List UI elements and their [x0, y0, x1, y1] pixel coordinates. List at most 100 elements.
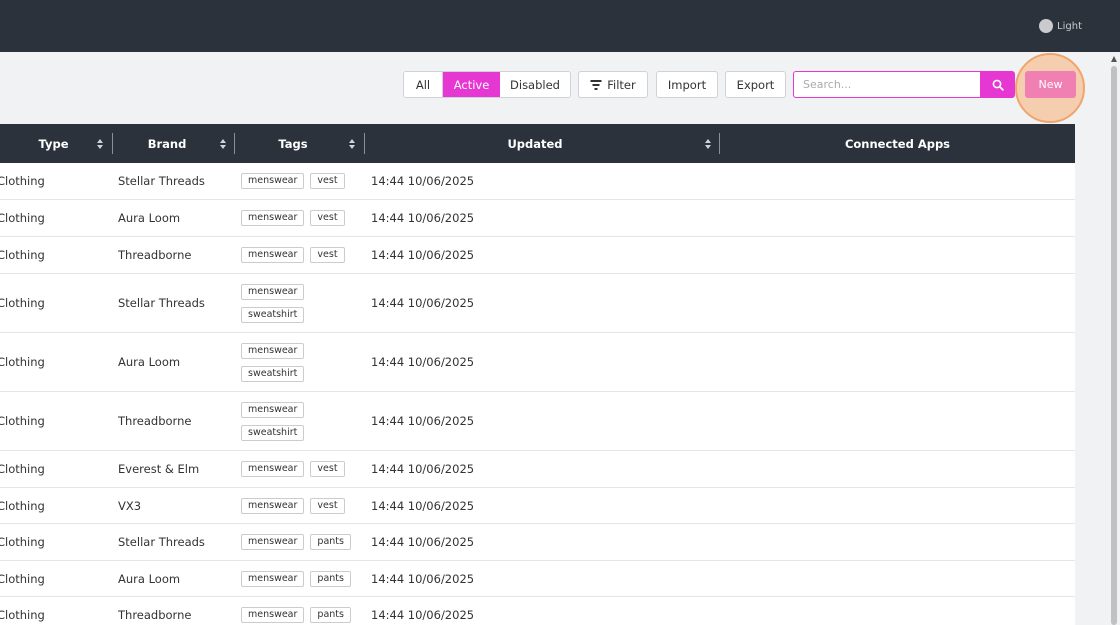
- top-bar: Light: [0, 0, 1120, 52]
- type-cell: Clothing: [0, 608, 45, 622]
- updated-cell: 14:44 10/06/2025: [371, 535, 475, 549]
- sort-tags-icon[interactable]: [349, 139, 356, 149]
- search-group: [793, 71, 1015, 98]
- tags-cell: menswear vest: [241, 163, 345, 199]
- type-cell: Clothing: [0, 248, 45, 262]
- filter-disabled-button[interactable]: Disabled: [500, 72, 570, 97]
- table-row[interactable]: Clothing VX3 menswear vest 14:44 10/06/2…: [0, 488, 1075, 524]
- filter-active-button[interactable]: Active: [443, 72, 500, 97]
- tag-badge: vest: [310, 461, 345, 477]
- filter-all-button[interactable]: All: [404, 72, 443, 97]
- type-cell: Clothing: [0, 296, 45, 310]
- products-table: Type Brand Tags Updated Connected Apps C…: [0, 124, 1075, 625]
- tag-badge: menswear: [241, 570, 305, 587]
- brand-cell: Stellar Threads: [118, 296, 205, 310]
- table-body: Clothing Stellar Threads menswear vest 1…: [0, 163, 1075, 625]
- tag-badge: vest: [310, 173, 345, 189]
- tag-badge: vest: [310, 210, 345, 226]
- type-cell: Clothing: [0, 355, 45, 369]
- type-cell: Clothing: [0, 535, 45, 549]
- tags-cell: menswear vest: [241, 451, 345, 487]
- import-button[interactable]: Import: [656, 71, 718, 98]
- filter-button-label: Filter: [607, 77, 636, 92]
- scroll-thumb[interactable]: [1111, 66, 1117, 625]
- column-header-type[interactable]: Type: [0, 124, 110, 163]
- tag-badge: menswear: [241, 210, 305, 226]
- column-header-tags[interactable]: Tags: [235, 124, 351, 163]
- tag-badge: menswear: [241, 401, 305, 418]
- scroll-up-arrow-icon[interactable]: [1111, 56, 1117, 62]
- theme-toggle-icon: [1039, 19, 1054, 33]
- brand-cell: Aura Loom: [118, 355, 181, 369]
- tag-badge: menswear: [241, 247, 305, 263]
- tags-cell: menswear sweatshirt: [241, 392, 305, 450]
- tag-badge: menswear: [241, 607, 305, 623]
- brand-cell: Everest & Elm: [118, 462, 200, 476]
- type-cell: Clothing: [0, 211, 45, 225]
- table-row[interactable]: Clothing Aura Loom menswear vest 14:44 1…: [0, 200, 1075, 237]
- tags-cell: menswear pants: [241, 524, 351, 560]
- tag-badge: menswear: [241, 534, 305, 550]
- tag-badge: sweatshirt: [241, 365, 305, 382]
- tags-cell: menswear vest: [241, 488, 345, 523]
- tag-badge: sweatshirt: [241, 424, 305, 441]
- brand-cell: Stellar Threads: [118, 535, 205, 549]
- tag-badge: pants: [310, 570, 351, 587]
- table-row[interactable]: Clothing Stellar Threads menswear pants …: [0, 524, 1075, 561]
- table-row[interactable]: Clothing Aura Loom menswear sweatshirt 1…: [0, 333, 1075, 392]
- filter-icon: [590, 80, 602, 90]
- page-scrollbar[interactable]: [1108, 52, 1120, 625]
- theme-toggle[interactable]: Light: [1039, 19, 1082, 33]
- brand-cell: Threadborne: [118, 248, 192, 262]
- search-button[interactable]: [980, 71, 1015, 98]
- updated-cell: 14:44 10/06/2025: [371, 462, 475, 476]
- brand-cell: VX3: [118, 498, 142, 513]
- brand-cell: Threadborne: [118, 608, 192, 622]
- theme-label: Light: [1057, 20, 1082, 32]
- column-header-connected-apps: Connected Apps: [844, 136, 951, 151]
- tag-badge: menswear: [241, 461, 305, 477]
- table-row[interactable]: Clothing Threadborne menswear vest 14:44…: [0, 237, 1075, 274]
- sort-brand-icon[interactable]: [220, 139, 227, 149]
- type-cell: Clothing: [0, 498, 45, 513]
- search-input[interactable]: [793, 71, 980, 98]
- column-header-brand[interactable]: Brand: [113, 124, 221, 163]
- sort-type-icon[interactable]: [97, 139, 104, 149]
- type-cell: Clothing: [0, 174, 45, 188]
- table-row[interactable]: Clothing Aura Loom menswear pants 14:44 …: [0, 561, 1075, 597]
- table-row[interactable]: Clothing Stellar Threads menswear vest 1…: [0, 163, 1075, 200]
- new-button[interactable]: New: [1025, 71, 1076, 98]
- tag-badge: menswear: [241, 497, 305, 514]
- updated-cell: 14:44 10/06/2025: [371, 355, 475, 369]
- tag-badge: menswear: [241, 283, 305, 300]
- updated-cell: 14:44 10/06/2025: [371, 248, 475, 262]
- table-row[interactable]: Clothing Threadborne menswear pants 14:4…: [0, 597, 1075, 625]
- sort-updated-icon[interactable]: [705, 139, 712, 149]
- tags-cell: menswear sweatshirt: [241, 274, 305, 332]
- tag-badge: sweatshirt: [241, 306, 305, 323]
- updated-cell: 14:44 10/06/2025: [371, 571, 475, 586]
- type-cell: Clothing: [0, 414, 45, 428]
- updated-cell: 14:44 10/06/2025: [371, 296, 475, 310]
- brand-cell: Aura Loom: [118, 211, 181, 225]
- export-button[interactable]: Export: [725, 71, 786, 98]
- updated-cell: 14:44 10/06/2025: [371, 414, 475, 428]
- tag-badge: menswear: [241, 342, 305, 359]
- status-segmented-control: All Active Disabled: [403, 71, 571, 98]
- table-row[interactable]: Clothing Stellar Threads menswear sweats…: [0, 274, 1075, 333]
- filter-button[interactable]: Filter: [578, 71, 648, 98]
- table-row[interactable]: Clothing Threadborne menswear sweatshirt…: [0, 392, 1075, 451]
- updated-cell: 14:44 10/06/2025: [371, 174, 475, 188]
- column-header-updated[interactable]: Updated: [365, 124, 705, 163]
- tag-badge: vest: [310, 497, 345, 514]
- tag-badge: vest: [310, 247, 345, 263]
- tags-cell: menswear vest: [241, 200, 345, 236]
- tags-cell: menswear pants: [241, 597, 351, 625]
- brand-cell: Stellar Threads: [118, 174, 205, 188]
- tag-badge: pants: [310, 534, 351, 550]
- type-cell: Clothing: [0, 571, 45, 586]
- table-row[interactable]: Clothing Everest & Elm menswear vest 14:…: [0, 451, 1075, 488]
- updated-cell: 14:44 10/06/2025: [371, 608, 475, 622]
- table-header: Type Brand Tags Updated Connected Apps: [0, 124, 1075, 163]
- brand-cell: Aura Loom: [118, 571, 181, 586]
